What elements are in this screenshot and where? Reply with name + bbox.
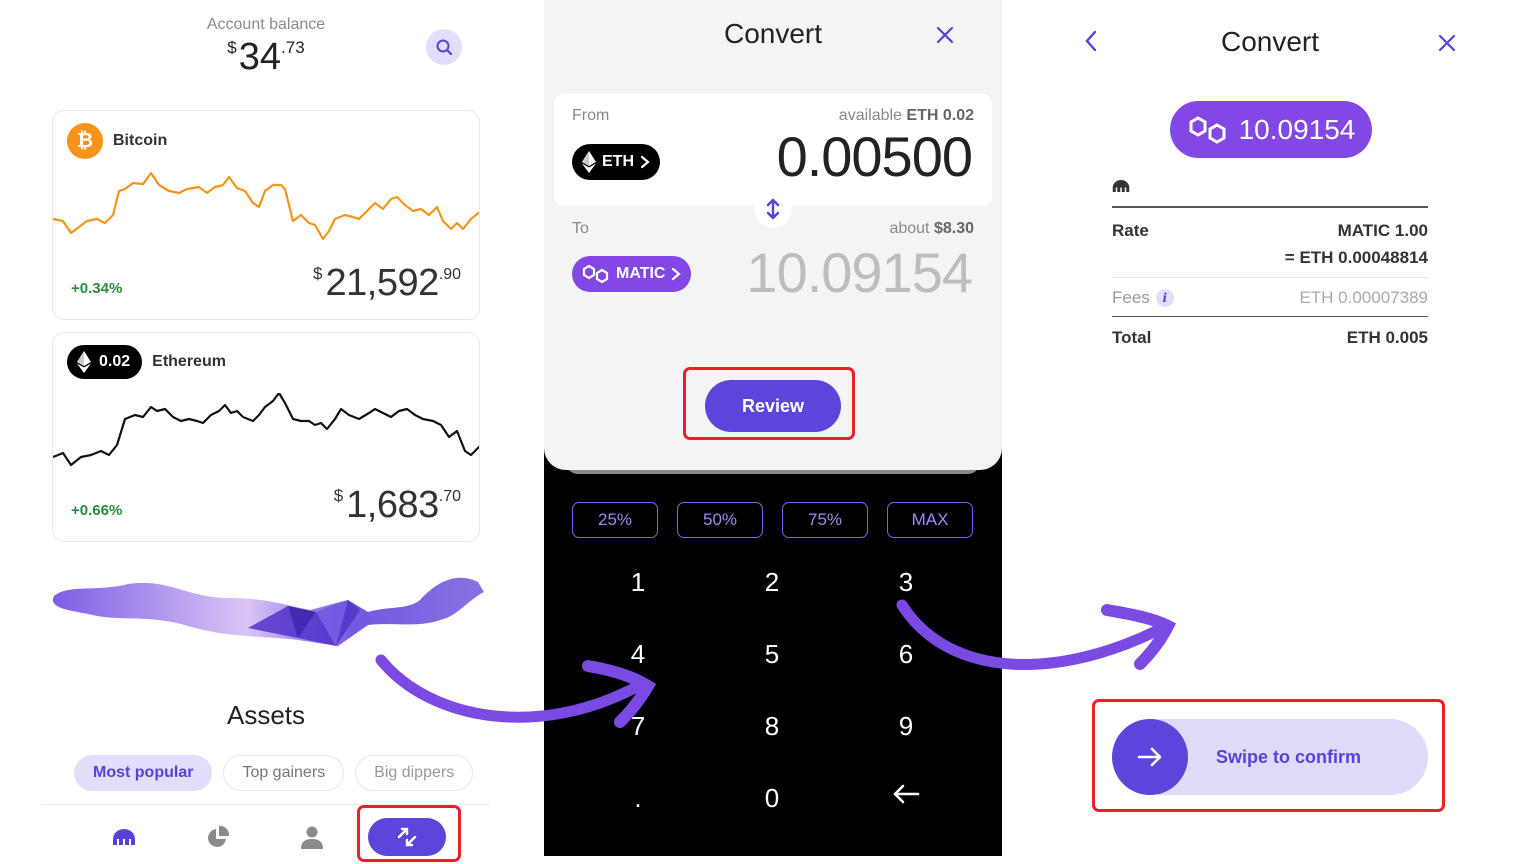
- convert-arrows-icon: [397, 827, 417, 847]
- nav-home[interactable]: [104, 818, 144, 856]
- chip-big-dippers[interactable]: Big dippers: [355, 755, 474, 791]
- review-button[interactable]: Review: [705, 380, 841, 432]
- to-label: To: [572, 220, 589, 237]
- rate-value-line1: MATIC 1.00: [1337, 220, 1428, 240]
- close-icon: [1438, 34, 1456, 52]
- asset-card-bitcoin[interactable]: ₿ Bitcoin +0.34% $21,592.90: [52, 110, 480, 320]
- key-7[interactable]: 7: [598, 696, 678, 756]
- chip-top-gainers[interactable]: Top gainers: [223, 755, 345, 791]
- nav-portfolio[interactable]: [198, 818, 238, 856]
- close-icon: [936, 26, 954, 44]
- close-button[interactable]: [1438, 34, 1456, 56]
- quick-amount-row: 25% 50% 75% MAX: [572, 502, 973, 538]
- home-screen: Account balance $34.73 ₿ Bitcoin +0.34% …: [0, 0, 540, 864]
- key-6[interactable]: 6: [866, 624, 946, 684]
- key-5[interactable]: 5: [732, 624, 812, 684]
- polygon-matic-icon: [1189, 115, 1226, 144]
- from-token-selector[interactable]: ETH: [572, 144, 660, 180]
- key-3[interactable]: 3: [866, 552, 946, 612]
- quick-max-button[interactable]: MAX: [887, 502, 973, 538]
- from-label: From: [572, 107, 610, 124]
- quick-50-button[interactable]: 50%: [677, 502, 763, 538]
- bitcoin-sparkline: [53, 171, 479, 241]
- asset-card-ethereum[interactable]: 0.02 Ethereum +0.66% $1,683.70: [52, 332, 480, 542]
- price-change: +0.34%: [71, 280, 123, 297]
- to-token-selector[interactable]: MATIC: [572, 256, 692, 292]
- key-decimal[interactable]: .: [598, 768, 678, 828]
- kraken-logo-icon: [1112, 180, 1130, 192]
- confirm-screen: Convert 10.09154 Rate MATIC 1.00 = ETH 0…: [1040, 0, 1536, 864]
- decorative-illustration: [52, 577, 484, 646]
- price-change: +0.66%: [71, 502, 123, 519]
- info-icon[interactable]: i: [1155, 288, 1174, 307]
- chevron-right-icon: [640, 155, 650, 169]
- nav-convert[interactable]: [368, 818, 446, 856]
- assets-heading: Assets: [226, 700, 306, 730]
- rate-row: Rate MATIC 1.00 = ETH 0.00048814: [1112, 208, 1428, 271]
- user-icon: [301, 826, 323, 849]
- quick-25-button[interactable]: 25%: [572, 502, 658, 538]
- ethereum-icon: [77, 351, 91, 373]
- nav-account[interactable]: [292, 818, 332, 856]
- fees-row: Fees i ETH 0.00007389: [1112, 287, 1428, 307]
- ethereum-sparkline: [53, 393, 479, 467]
- conversion-summary: Rate MATIC 1.00 = ETH 0.00048814 Fees i …: [1112, 178, 1428, 348]
- backspace-arrow-icon: [893, 784, 920, 804]
- key-4[interactable]: 4: [598, 624, 678, 684]
- convert-sheet: Convert From available ETH 0.02 ETH 0.00…: [544, 0, 1002, 470]
- to-amount: 10.09154: [746, 241, 973, 304]
- swipe-label: Swipe to confirm: [1216, 746, 1362, 767]
- total-row: Total ETH 0.005: [1112, 328, 1428, 347]
- convert-title: Convert: [723, 18, 823, 49]
- nav-divider: [42, 804, 490, 805]
- polygon-matic-icon: [582, 264, 609, 284]
- converted-amount-badge: 10.09154: [1170, 101, 1372, 158]
- fees-value: ETH 0.00007389: [1299, 287, 1428, 307]
- asset-name: Bitcoin: [113, 132, 168, 149]
- swap-direction-button[interactable]: [754, 190, 792, 228]
- asset-name: Ethereum: [152, 353, 226, 370]
- from-amount-input[interactable]: 0.00500: [777, 124, 973, 189]
- key-1[interactable]: 1: [598, 552, 678, 612]
- rate-value-line2: = ETH 0.00048814: [1284, 247, 1428, 267]
- key-9[interactable]: 9: [866, 696, 946, 756]
- asset-filter-chips: Most popular Top gainers Big dippers: [74, 755, 474, 791]
- chip-most-popular[interactable]: Most popular: [74, 755, 213, 791]
- swipe-to-confirm-slider[interactable]: Swipe to confirm: [1112, 719, 1428, 795]
- bottom-nav: [42, 808, 490, 864]
- key-backspace[interactable]: [866, 764, 946, 824]
- asset-price: $1,683.70: [333, 484, 461, 526]
- convert-screen: Convert From available ETH 0.02 ETH 0.00…: [544, 0, 1002, 856]
- arrow-right-icon: [1137, 747, 1162, 767]
- close-button[interactable]: [936, 26, 954, 48]
- key-0[interactable]: 0: [732, 768, 812, 828]
- chevron-right-icon: [672, 267, 682, 281]
- holding-badge: 0.02: [67, 345, 143, 379]
- confirm-title: Convert: [1220, 26, 1320, 57]
- quick-75-button[interactable]: 75%: [782, 502, 868, 538]
- bitcoin-icon: ₿: [67, 123, 103, 159]
- key-2[interactable]: 2: [732, 552, 812, 612]
- kraken-logo-icon: [113, 829, 135, 845]
- swipe-handle[interactable]: [1112, 719, 1188, 795]
- about-value: about $8.30: [889, 220, 974, 237]
- asset-price: $21,592.90: [313, 262, 461, 304]
- search-button[interactable]: [426, 29, 462, 65]
- ethereum-icon: [582, 151, 596, 173]
- swap-vertical-icon: [766, 198, 780, 220]
- total-value: ETH 0.005: [1346, 328, 1428, 347]
- key-8[interactable]: 8: [732, 696, 812, 756]
- available-balance: available ETH 0.02: [838, 107, 974, 124]
- pie-chart-icon: [208, 825, 230, 847]
- search-icon: [436, 39, 453, 56]
